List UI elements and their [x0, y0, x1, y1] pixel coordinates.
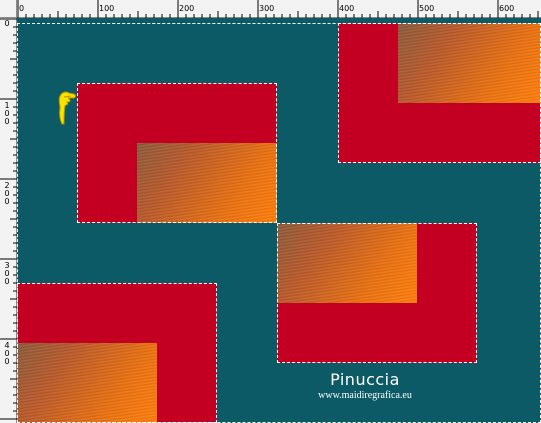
selection-marquee-middle[interactable]: [277, 223, 477, 363]
vruler-label-100: 100: [4, 101, 10, 126]
vertical-ruler[interactable]: 0 100 200 300 400: [0, 18, 17, 423]
ruler-label-0: 0: [19, 4, 25, 13]
ruler-label-300: 300: [259, 4, 275, 13]
selection-marquee-top-right[interactable]: [338, 23, 541, 163]
watermark: Pinuccia www.maidiregrafica.eu: [285, 371, 445, 402]
watermark-url: www.maidiregrafica.eu: [318, 390, 412, 401]
selection-marquee-bottom-left[interactable]: [17, 283, 217, 423]
vruler-label-300: 300: [4, 261, 10, 286]
ruler-label-100: 100: [99, 4, 115, 13]
image-canvas[interactable]: Pinuccia www.maidiregrafica.eu: [17, 18, 541, 423]
horizontal-ruler-ticks: [17, 0, 539, 18]
vruler-label-400: 400: [4, 341, 10, 366]
vruler-label-200: 200: [4, 181, 10, 206]
graphics-editor-canvas-view: 0 100 200 300 400 500 600 0 100 200 300 …: [0, 0, 541, 423]
ruler-corner: [0, 0, 17, 18]
ruler-label-500: 500: [419, 4, 435, 13]
vruler-label-0: 0: [4, 19, 10, 28]
watermark-name: Pinuccia: [330, 370, 400, 389]
ruler-label-200: 200: [179, 4, 195, 13]
pointing-hand-icon: [58, 91, 76, 125]
horizontal-ruler[interactable]: 0 100 200 300 400 500 600: [17, 0, 541, 18]
selection-marquee-upper-left[interactable]: [77, 83, 277, 223]
ruler-label-400: 400: [339, 4, 355, 13]
ruler-label-600: 600: [499, 4, 515, 13]
